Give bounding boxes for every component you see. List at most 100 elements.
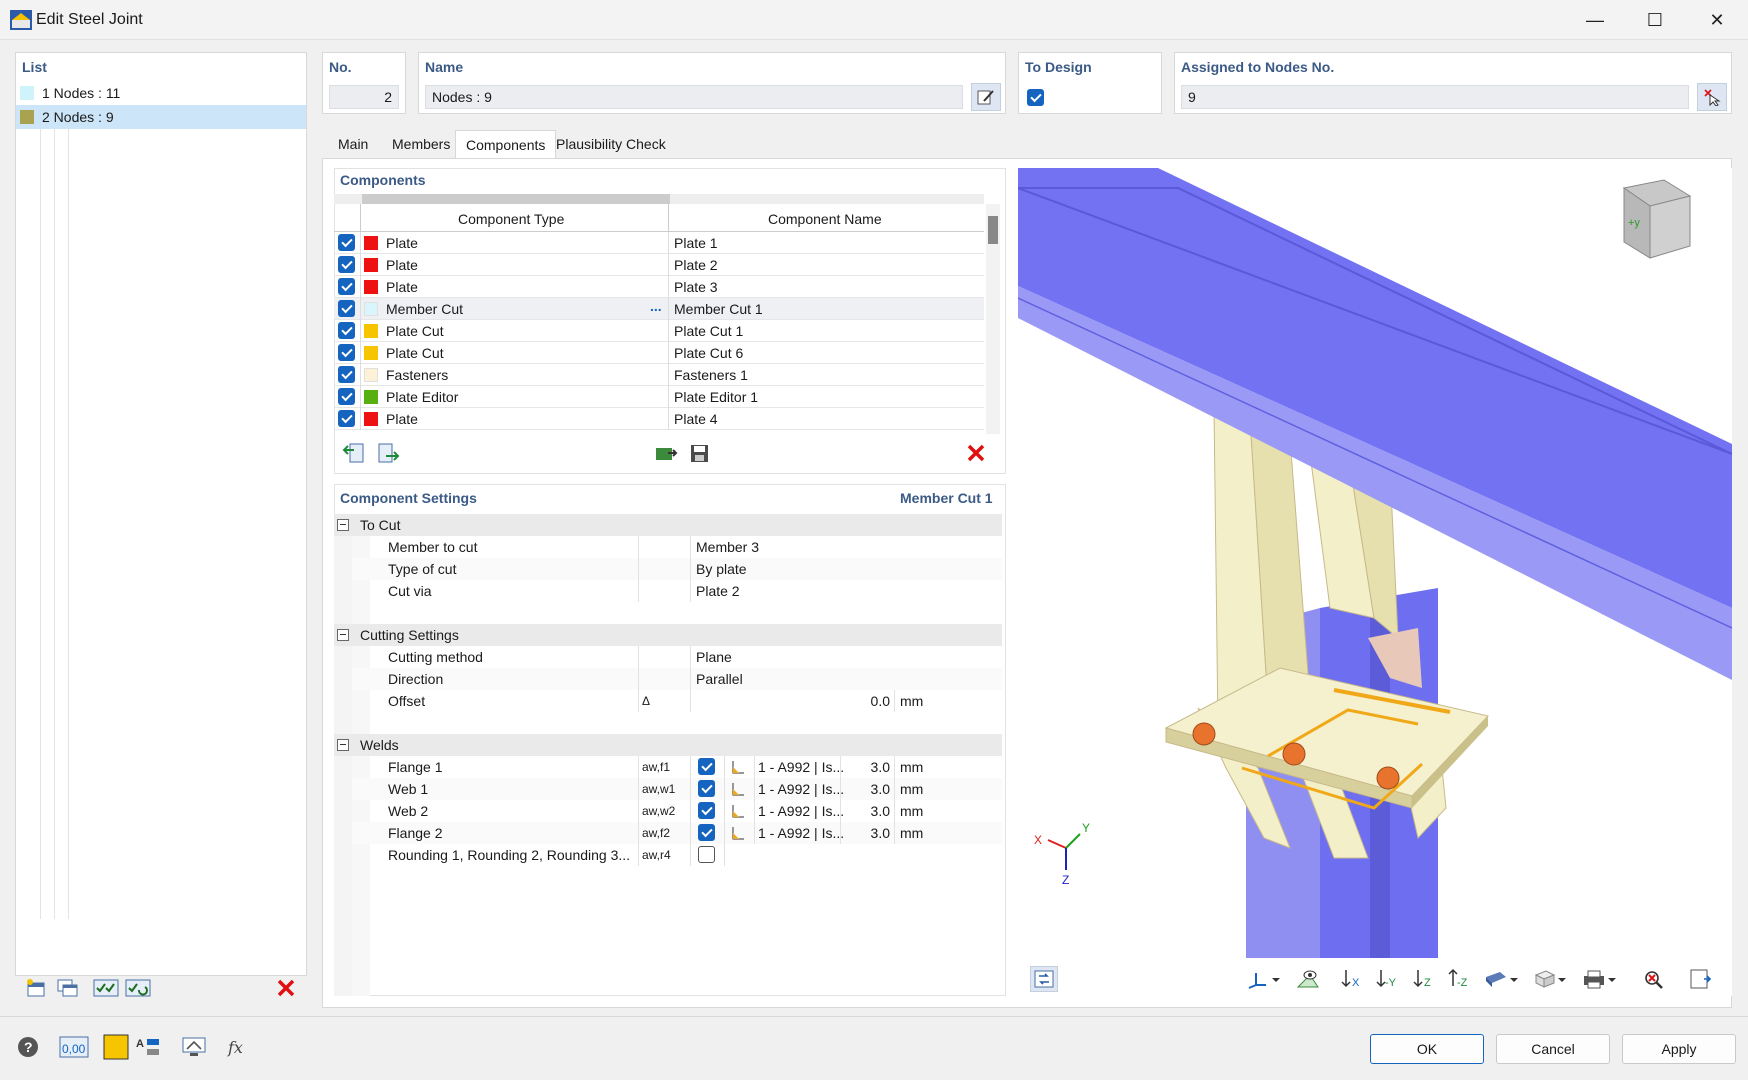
view-x-button[interactable]: X (1338, 966, 1366, 992)
view-minus-y-button[interactable]: -Y (1374, 966, 1402, 992)
settings-row[interactable]: OffsetΔ0.0mm (352, 690, 1002, 712)
visibility-button[interactable] (1294, 966, 1322, 992)
component-enabled-checkbox[interactable] (338, 234, 355, 251)
component-enabled-checkbox[interactable] (338, 388, 355, 405)
minimize-button[interactable]: — (1564, 0, 1626, 40)
settings-row[interactable]: Web 1aw,w11 - A992 | Is...3.0mm (352, 778, 1002, 800)
weld-enabled-checkbox[interactable] (698, 758, 715, 775)
render-mode-dropdown[interactable] (1482, 966, 1524, 992)
component-row[interactable]: Plate CutPlate Cut 6 (334, 342, 984, 364)
weld-enabled-checkbox[interactable] (698, 780, 715, 797)
tab-members[interactable]: Members (382, 130, 460, 158)
view-minus-z-button[interactable]: -Z (1446, 966, 1474, 992)
list-item-1[interactable]: 1 Nodes : 11 (16, 81, 306, 105)
reset-view-button[interactable] (1640, 966, 1668, 992)
component-enabled-checkbox[interactable] (338, 278, 355, 295)
setting-value[interactable]: Member 3 (696, 539, 759, 555)
collapse-icon[interactable] (337, 629, 349, 641)
check-all-button[interactable] (92, 975, 120, 1001)
toggle-check-button[interactable] (124, 975, 152, 1001)
setting-value[interactable]: Plate 2 (696, 583, 740, 599)
collapse-icon[interactable] (337, 739, 349, 751)
settings-group-header[interactable]: To Cut (334, 514, 1002, 536)
weld-material[interactable]: 1 - A992 | Is... (758, 825, 844, 841)
tab-components[interactable]: Components (455, 130, 556, 158)
display-mode-dropdown[interactable] (1530, 966, 1572, 992)
component-row[interactable]: Plate CutPlate Cut 1 (334, 320, 984, 342)
setting-number[interactable]: 3.0 (846, 759, 890, 775)
to-design-checkbox[interactable] (1027, 89, 1044, 106)
component-enabled-checkbox[interactable] (338, 366, 355, 383)
setting-number[interactable]: 3.0 (846, 781, 890, 797)
no-field[interactable]: 2 (329, 85, 399, 109)
cancel-button[interactable]: Cancel (1496, 1034, 1610, 1064)
setting-number[interactable]: 3.0 (846, 803, 890, 819)
more-options-button[interactable]: ... (650, 298, 662, 314)
tab-main[interactable]: Main (328, 130, 378, 158)
settings-row[interactable]: Rounding 1, Rounding 2, Rounding 3...aw,… (352, 844, 1002, 866)
setting-value[interactable]: Plane (696, 649, 732, 665)
component-enabled-checkbox[interactable] (338, 322, 355, 339)
assigned-nodes-field[interactable]: 9 (1181, 85, 1689, 109)
pick-nodes-button[interactable] (1697, 83, 1727, 111)
close-button[interactable]: ✕ (1686, 0, 1748, 40)
settings-row[interactable]: Member to cutMember 3 (352, 536, 1002, 558)
insert-before-button[interactable] (340, 440, 368, 466)
insert-after-button[interactable] (374, 440, 402, 466)
3d-viewport[interactable]: +y X Y Z (1018, 168, 1732, 996)
settings-row[interactable]: Web 2aw,w21 - A992 | Is...3.0mm (352, 800, 1002, 822)
viewport-sync-button[interactable] (1030, 966, 1058, 992)
panel-toggle-button[interactable] (1686, 966, 1714, 992)
ok-button[interactable]: OK (1370, 1034, 1484, 1064)
settings-row[interactable]: Cutting methodPlane (352, 646, 1002, 668)
new-joint-button[interactable] (22, 975, 50, 1001)
weld-material[interactable]: 1 - A992 | Is... (758, 803, 844, 819)
component-row[interactable]: PlatePlate 1 (334, 232, 984, 254)
view-settings-button[interactable] (180, 1034, 208, 1060)
settings-group-header[interactable]: Cutting Settings (334, 624, 1002, 646)
tab-plausibility-check[interactable]: Plausibility Check (546, 130, 676, 158)
import-components-button[interactable] (652, 440, 680, 466)
weld-enabled-checkbox[interactable] (698, 802, 715, 819)
setting-value[interactable]: By plate (696, 561, 747, 577)
settings-group-header[interactable]: Welds (334, 734, 1002, 756)
component-enabled-checkbox[interactable] (338, 300, 355, 317)
edit-name-button[interactable] (971, 83, 1001, 111)
weld-material[interactable]: 1 - A992 | Is... (758, 781, 844, 797)
scrollbar-thumb[interactable] (988, 216, 998, 244)
view-z-button[interactable]: Z (1410, 966, 1438, 992)
delete-joint-button[interactable] (272, 975, 300, 1001)
component-row[interactable]: PlatePlate 3 (334, 276, 984, 298)
component-row[interactable]: Plate EditorPlate Editor 1 (334, 386, 984, 408)
weld-enabled-checkbox[interactable] (698, 824, 715, 841)
component-row[interactable]: PlatePlate 2 (334, 254, 984, 276)
component-row[interactable]: Member Cut...Member Cut 1 (334, 298, 984, 320)
print-dropdown[interactable] (1580, 966, 1622, 992)
maximize-button[interactable]: ☐ (1624, 0, 1686, 40)
settings-row[interactable]: Flange 1aw,f11 - A992 | Is...3.0mm (352, 756, 1002, 778)
setting-number[interactable]: 0.0 (846, 693, 890, 709)
setting-number[interactable]: 3.0 (846, 825, 890, 841)
apply-button[interactable]: Apply (1622, 1034, 1736, 1064)
coordinate-system-dropdown[interactable] (1244, 966, 1286, 992)
save-components-button[interactable] (686, 440, 714, 466)
settings-row[interactable]: Cut viaPlate 2 (352, 580, 1002, 602)
color-button[interactable] (102, 1034, 130, 1060)
components-scrollbar[interactable] (986, 204, 1000, 434)
setting-value[interactable]: Parallel (696, 671, 743, 687)
name-field[interactable]: Nodes : 9 (425, 85, 963, 109)
weld-material[interactable]: 1 - A992 | Is... (758, 759, 844, 775)
component-enabled-checkbox[interactable] (338, 256, 355, 273)
list-item-2[interactable]: 2 Nodes : 9 (16, 105, 306, 129)
collapse-icon[interactable] (337, 519, 349, 531)
copy-joint-button[interactable] (54, 975, 82, 1001)
component-enabled-checkbox[interactable] (338, 410, 355, 427)
component-row[interactable]: PlatePlate 4 (334, 408, 984, 430)
settings-row[interactable]: Type of cutBy plate (352, 558, 1002, 580)
component-row[interactable]: FastenersFasteners 1 (334, 364, 984, 386)
delete-component-button[interactable] (962, 440, 990, 466)
settings-row[interactable]: DirectionParallel (352, 668, 1002, 690)
text-style-button[interactable]: A (134, 1034, 162, 1060)
formula-button[interactable]: fx (224, 1034, 252, 1060)
settings-row[interactable]: Flange 2aw,f21 - A992 | Is...3.0mm (352, 822, 1002, 844)
